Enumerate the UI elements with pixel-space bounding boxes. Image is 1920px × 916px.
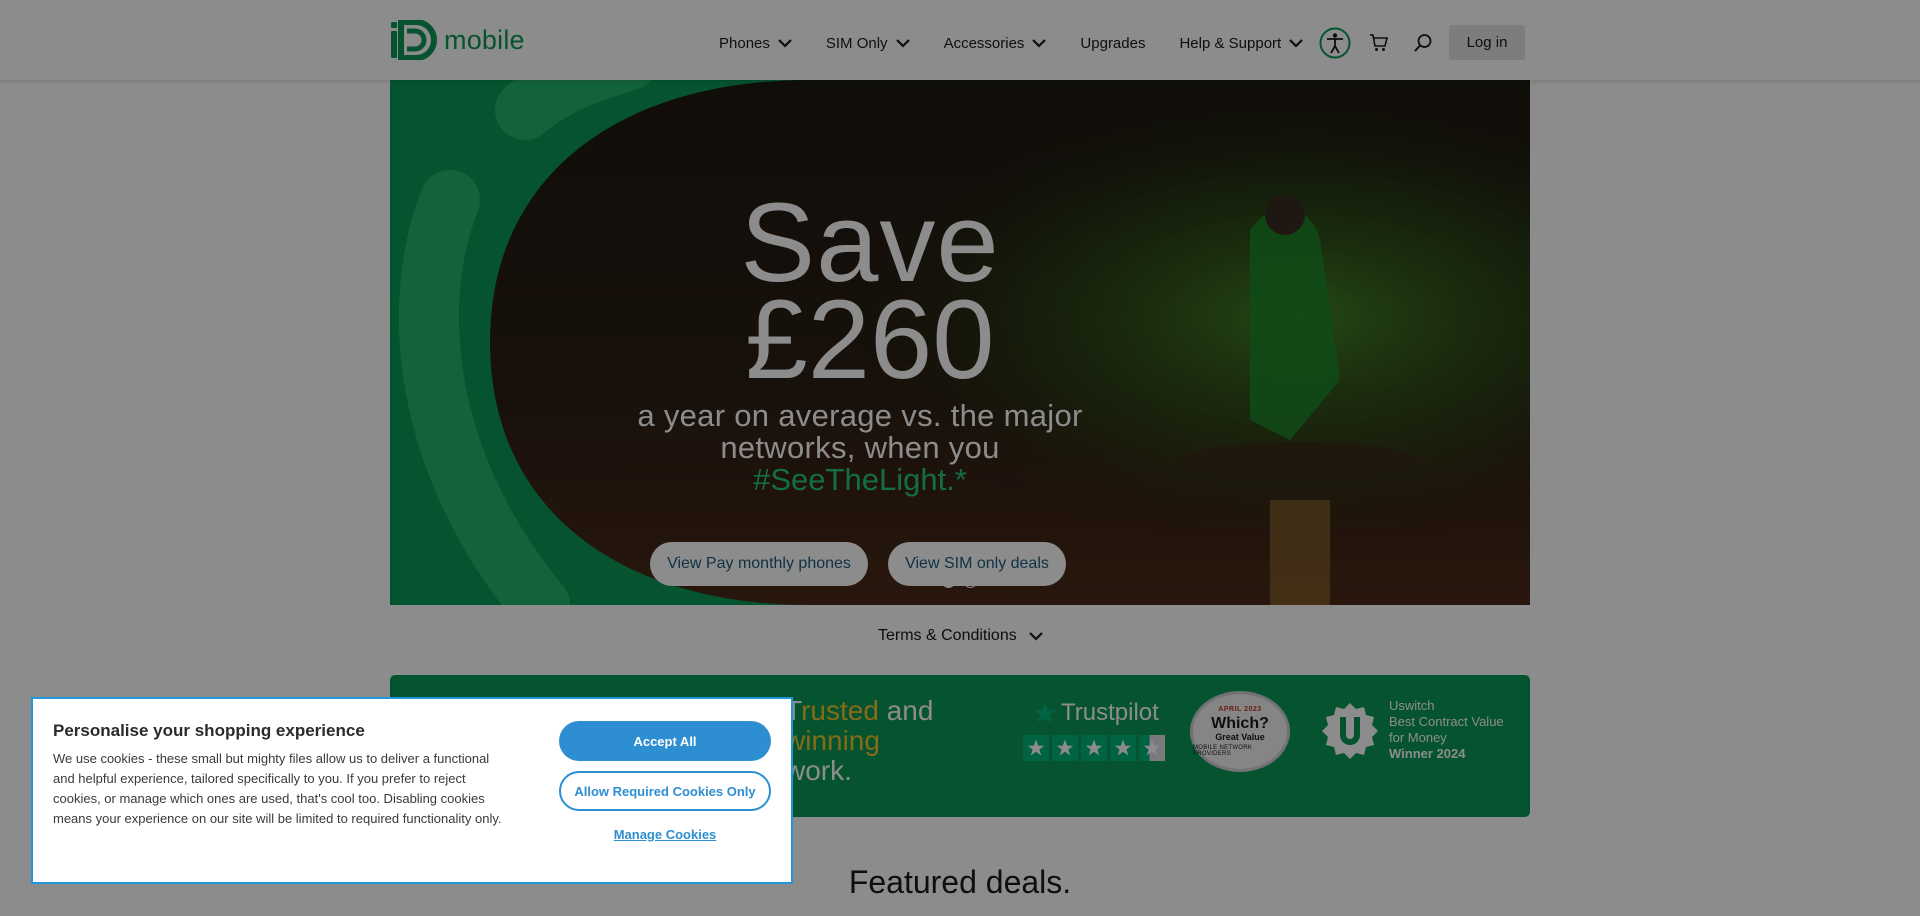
- cookie-description: We use cookies - these small but mighty …: [53, 751, 502, 826]
- cookie-title: Personalise your shopping experience: [53, 721, 365, 740]
- cookie-consent-banner: Personalise your shopping experience We …: [31, 697, 793, 884]
- allow-required-cookies-button[interactable]: Allow Required Cookies Only: [559, 771, 771, 811]
- accept-all-cookies-button[interactable]: Accept All: [559, 721, 771, 761]
- manage-cookies-link[interactable]: Manage Cookies: [559, 827, 771, 842]
